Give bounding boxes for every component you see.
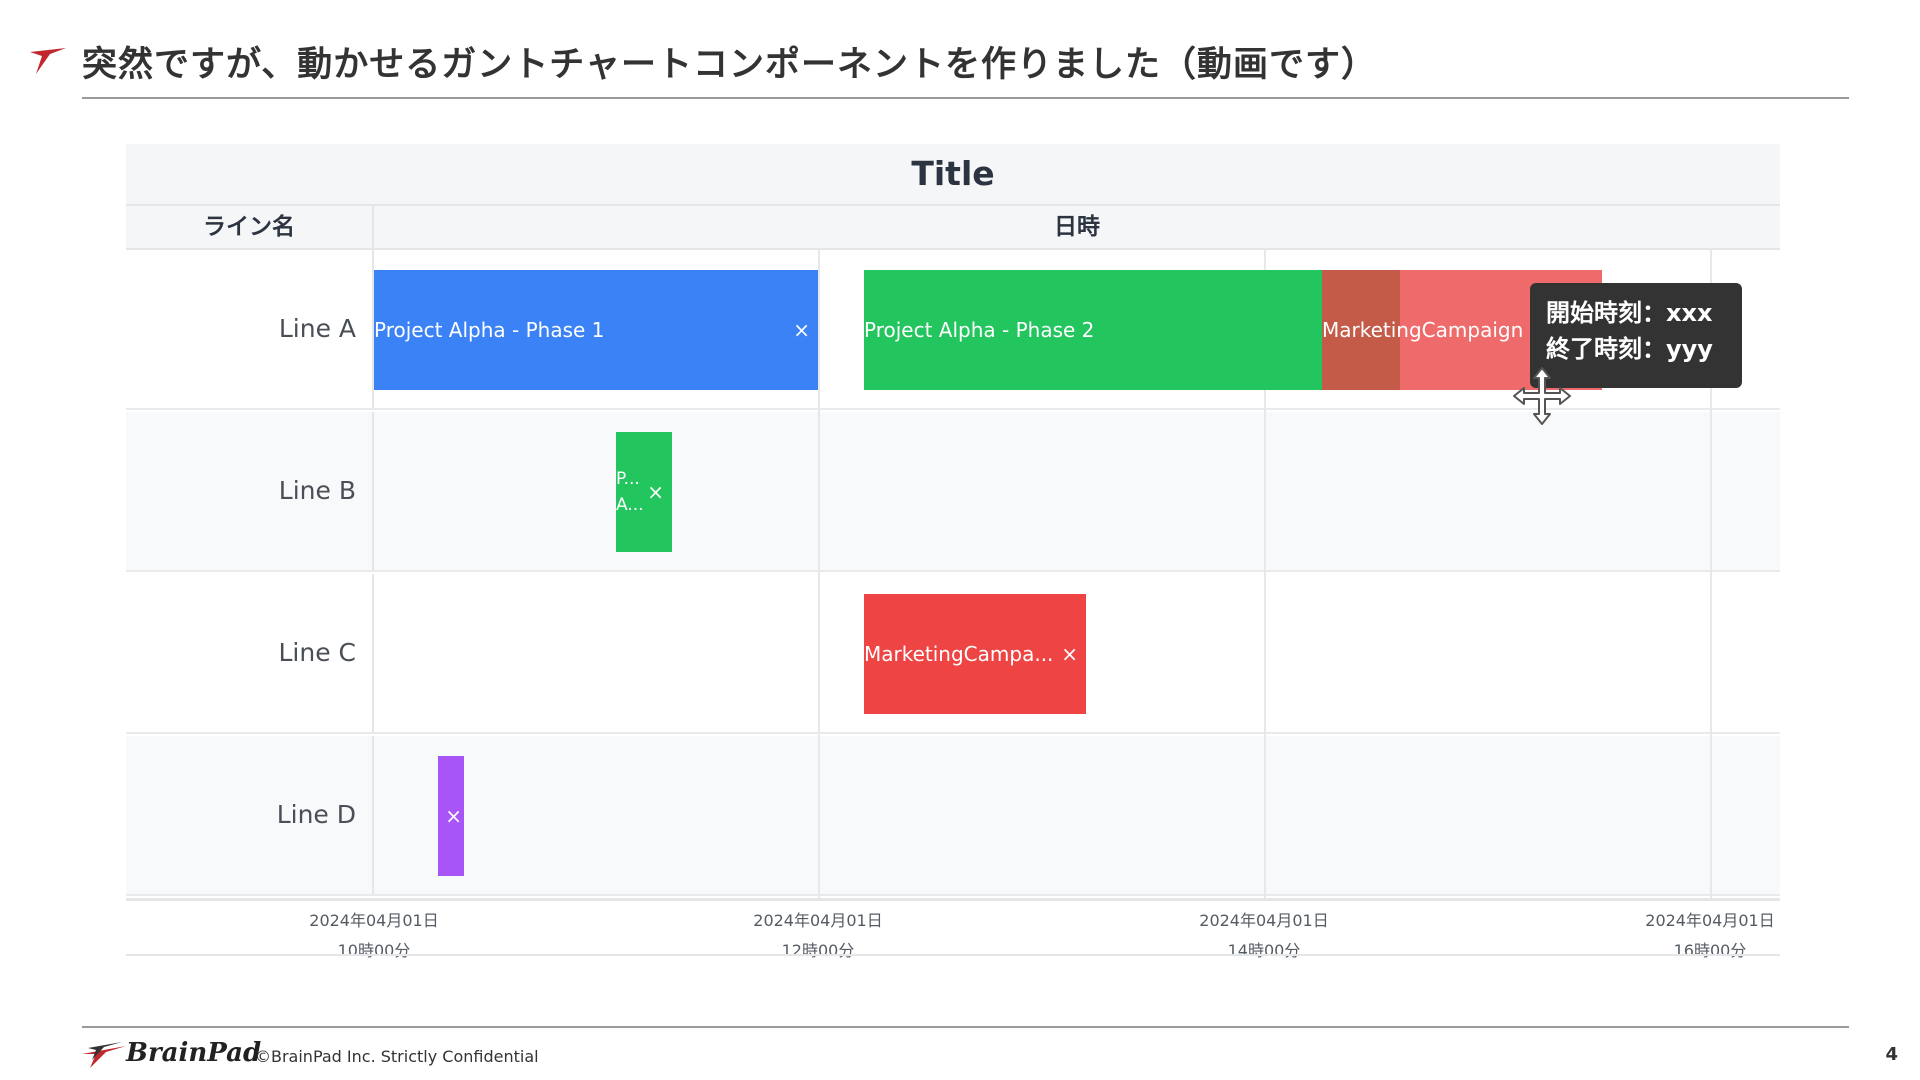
tick-date: 2024年04月01日 xyxy=(1199,911,1329,930)
gantt-bar-project-alpha-phase-1[interactable]: Project Alpha - Phase 1 × xyxy=(374,270,818,390)
tick-time: 12時00分 xyxy=(781,941,855,960)
close-icon[interactable]: × xyxy=(1061,594,1078,714)
x-tick: 2024年04月01日 16時00分 xyxy=(1630,906,1790,966)
row-divider xyxy=(372,412,374,570)
tooltip-start-time: 開始時刻：xxx xyxy=(1546,299,1713,327)
row-divider xyxy=(372,574,374,732)
tick-time: 16時00分 xyxy=(1673,941,1747,960)
column-header-datetime: 日時 xyxy=(374,206,1780,248)
close-icon[interactable]: × xyxy=(445,756,462,876)
x-tick: 2024年04月01日 10時00分 xyxy=(294,906,454,966)
page-number: 4 xyxy=(1885,1044,1898,1065)
brainpad-logo-icon xyxy=(82,1042,126,1068)
tick-date: 2024年04月01日 xyxy=(753,911,883,930)
gantt-bar-project-alpha-phase-2[interactable]: Project Alpha - Phase 2 xyxy=(864,270,1322,390)
close-icon[interactable]: × xyxy=(793,270,810,390)
row-label: Line B xyxy=(278,476,356,505)
tick-time: 14時00分 xyxy=(1227,941,1301,960)
move-cursor-icon xyxy=(1513,367,1571,425)
bar-label: MarketingCampaign xyxy=(1322,318,1524,342)
header-divider xyxy=(82,97,1849,99)
tick-time: 10時00分 xyxy=(337,941,411,960)
x-axis-line xyxy=(126,898,1780,901)
gantt-title: Title xyxy=(126,144,1780,206)
x-tick: 2024年04月01日 14時00分 xyxy=(1184,906,1344,966)
row-label: Line D xyxy=(276,800,356,829)
tick-date: 2024年04月01日 xyxy=(309,911,439,930)
bar-label: MarketingCampa... xyxy=(864,642,1054,666)
row-divider xyxy=(372,736,374,894)
x-tick: 2024年04月01日 12時00分 xyxy=(738,906,898,966)
slide-title: 突然ですが、動かせるガントチャートコンポーネントを作りました（動画です） xyxy=(82,45,1377,85)
row-label: Line A xyxy=(278,314,356,343)
gantt-bar-line-b[interactable]: P... A... × xyxy=(616,432,672,552)
row-label: Line C xyxy=(278,638,356,667)
gantt-chart: Title ライン名 日時 Line A Line B Line C Line … xyxy=(126,144,1780,960)
grid-line xyxy=(818,250,820,898)
column-header-line-name: ライン名 xyxy=(126,206,374,248)
brainpad-mark-icon xyxy=(30,48,66,74)
footer-copyright: ©BrainPad Inc. Strictly Confidential xyxy=(255,1047,539,1066)
gantt-row-line-d: Line D xyxy=(126,736,1780,896)
footer-brand: BrainPad xyxy=(126,1038,262,1068)
footer-divider xyxy=(82,1026,1849,1028)
gantt-bar-marketing-campaign[interactable]: MarketingCampa... × xyxy=(864,594,1086,714)
tooltip-end-time: 終了時刻：yyy xyxy=(1546,335,1713,363)
bar-label: Project Alpha - Phase 1 xyxy=(374,318,605,342)
close-icon[interactable]: × xyxy=(647,432,664,552)
gantt-bar-line-d[interactable]: × xyxy=(438,756,464,876)
tick-date: 2024年04月01日 xyxy=(1645,911,1775,930)
gantt-row-line-b: Line B xyxy=(126,412,1780,572)
bar-label: Project Alpha - Phase 2 xyxy=(864,318,1095,342)
bar-label: P... A... xyxy=(616,469,644,515)
x-axis-bottom-line xyxy=(126,954,1780,956)
